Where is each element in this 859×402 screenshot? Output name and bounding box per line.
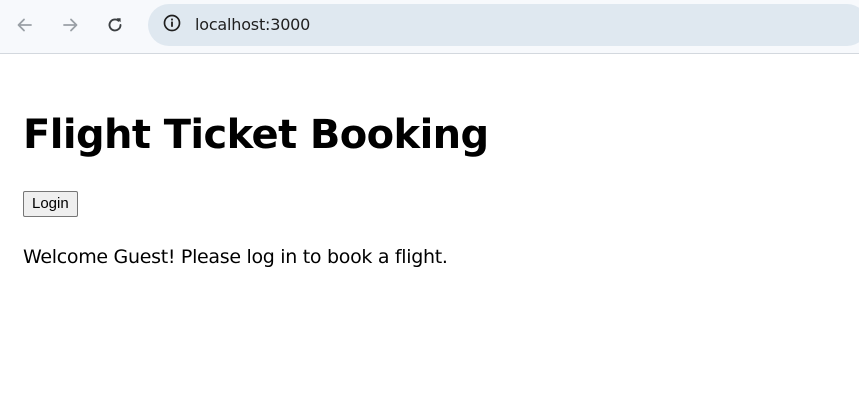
login-button[interactable]: Login xyxy=(23,191,78,217)
arrow-right-icon xyxy=(60,15,80,35)
browser-toolbar: localhost:3000 xyxy=(0,0,859,54)
welcome-message: Welcome Guest! Please log in to book a f… xyxy=(23,246,448,268)
page-content: Flight Ticket Booking Login Welcome Gues… xyxy=(0,55,859,402)
info-circle-icon xyxy=(162,13,182,38)
address-bar[interactable]: localhost:3000 xyxy=(148,4,859,46)
site-info-button[interactable] xyxy=(156,9,188,41)
reload-icon xyxy=(105,15,125,35)
reload-button[interactable] xyxy=(99,9,131,41)
arrow-left-icon xyxy=(15,15,35,35)
forward-button[interactable] xyxy=(54,9,86,41)
page-title: Flight Ticket Booking xyxy=(23,112,489,158)
back-button[interactable] xyxy=(9,9,41,41)
url-text[interactable]: localhost:3000 xyxy=(195,15,310,35)
